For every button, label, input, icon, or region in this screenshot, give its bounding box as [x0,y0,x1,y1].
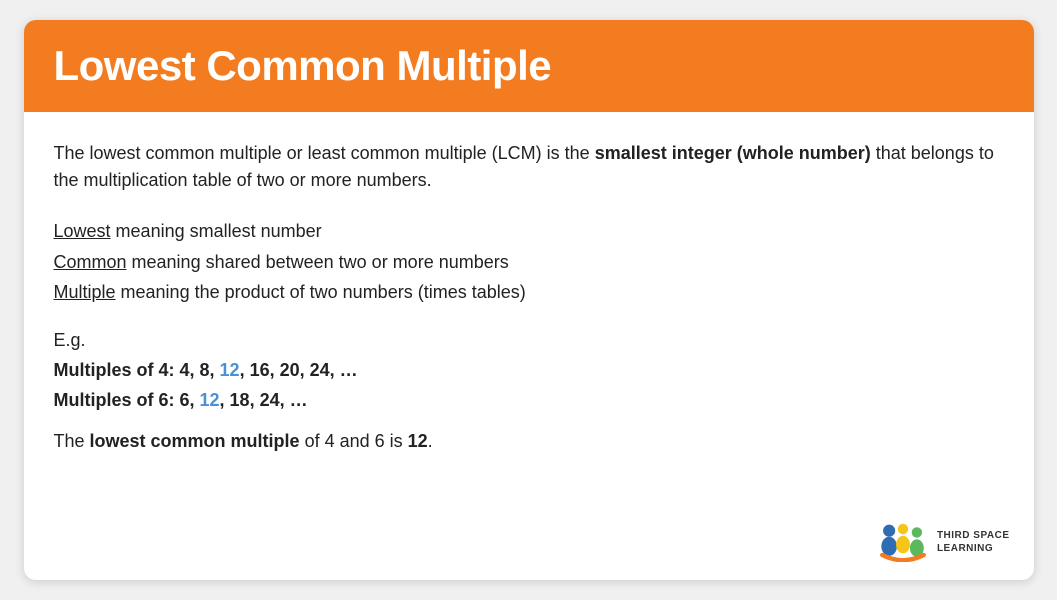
conclusion-bold: lowest common multiple [90,431,300,451]
list-item: Common meaning shared between two or mor… [54,247,1004,278]
conclusion-end: . [428,431,433,451]
multiples-6-label: Multiples of 6: 6, [54,390,200,410]
conclusion-line: The lowest common multiple of 4 and 6 is… [54,426,1004,457]
meaning-multiple: meaning the product of two numbers (time… [116,282,526,302]
definition-bold: smallest integer (whole number) [595,143,871,163]
definition-paragraph: The lowest common multiple or least comm… [54,140,1004,194]
multiples-4-highlight: 12 [220,360,240,380]
term-multiple: Multiple [54,282,116,302]
example-label: E.g. [54,330,1004,351]
conclusion-middle: of 4 and 6 is [300,431,408,451]
conclusion-start: The [54,431,90,451]
multiples-6-highlight: 12 [200,390,220,410]
meaning-lowest: meaning smallest number [111,221,322,241]
logo-brand-line2: LEARNING [937,542,993,555]
page-title: Lowest Common Multiple [54,42,1004,90]
logo-area: THIRD SPACE LEARNING [877,522,1010,562]
term-common: Common [54,252,127,272]
examples-section: E.g. Multiples of 4: 4, 8, 12, 16, 20, 2… [54,330,1004,416]
multiples-4-rest: , 16, 20, 24, … [240,360,358,380]
meaning-common: meaning shared between two or more numbe… [127,252,509,272]
multiples-4-label: Multiples of 4: 4, 8, [54,360,220,380]
list-item: Multiple meaning the product of two numb… [54,277,1004,308]
header: Lowest Common Multiple [24,20,1034,112]
definition-text-before: The lowest common multiple or least comm… [54,143,595,163]
tsl-logo-icon [877,522,929,562]
multiples-6-rest: , 18, 24, … [220,390,308,410]
multiples-of-4: Multiples of 4: 4, 8, 12, 16, 20, 24, … [54,355,1004,386]
content-area: The lowest common multiple or least comm… [24,112,1034,580]
conclusion-bold2: 12 [408,431,428,451]
term-lowest: Lowest [54,221,111,241]
logo-text: THIRD SPACE LEARNING [937,529,1010,555]
list-item: Lowest meaning smallest number [54,216,1004,247]
card: Lowest Common Multiple The lowest common… [24,20,1034,580]
logo-brand-line1: THIRD SPACE [937,529,1010,542]
word-meanings-section: Lowest meaning smallest number Common me… [54,216,1004,308]
multiples-of-6: Multiples of 6: 6, 12, 18, 24, … [54,385,1004,416]
